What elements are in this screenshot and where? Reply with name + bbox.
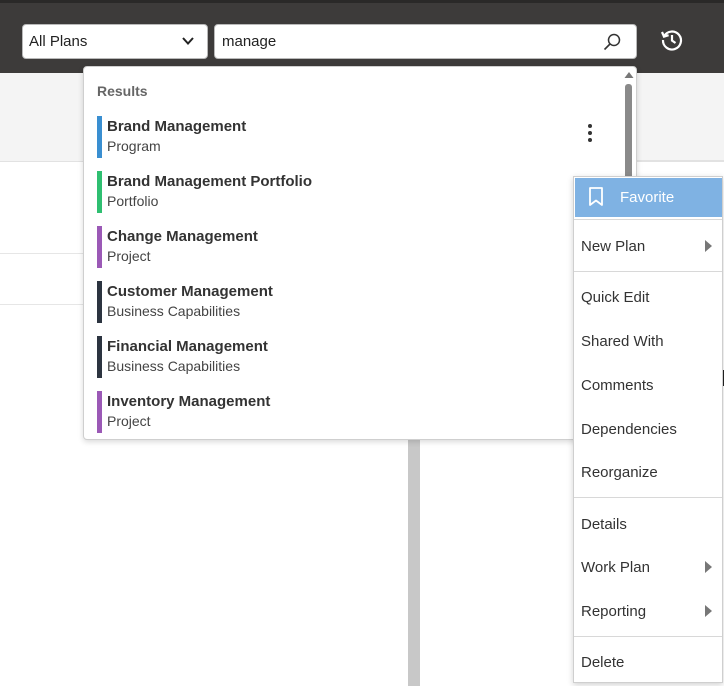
result-type: Program <box>107 138 161 154</box>
results-heading: Results <box>97 83 148 99</box>
search-results-dropdown: Results Brand Management Program Brand M… <box>83 66 637 440</box>
result-name: Brand Management <box>107 118 247 135</box>
result-item[interactable]: Brand Management Program <box>97 116 597 158</box>
menu-item-work-plan[interactable]: Work Plan <box>581 559 650 576</box>
result-color-stripe <box>97 171 102 213</box>
menu-item-new-plan[interactable]: New Plan <box>581 238 645 255</box>
chevron-down-icon <box>182 37 194 45</box>
menu-item-quick-edit[interactable]: Quick Edit <box>581 289 649 306</box>
history-icon[interactable] <box>659 27 685 53</box>
plan-filter-select[interactable]: All Plans <box>22 24 208 59</box>
result-type: Project <box>107 248 151 264</box>
result-type: Business Capabilities <box>107 358 241 374</box>
favorite-menu-item[interactable]: Favorite <box>575 178 722 217</box>
menu-separator <box>574 636 722 637</box>
result-type: Business Capabilities <box>107 303 241 319</box>
search-field[interactable] <box>214 24 637 59</box>
submenu-arrow-icon <box>705 605 712 617</box>
more-vertical-icon[interactable] <box>582 121 598 145</box>
splitter-bar[interactable] <box>408 440 420 686</box>
result-item[interactable]: Change Management Project <box>97 226 597 268</box>
menu-item-comments[interactable]: Comments <box>581 377 654 394</box>
result-name: Change Management <box>107 228 258 245</box>
menu-separator <box>574 497 722 498</box>
plan-filter-value: All Plans <box>29 33 88 50</box>
result-color-stripe <box>97 391 102 433</box>
menu-item-shared-with[interactable]: Shared With <box>581 333 664 350</box>
scroll-up-arrow-icon[interactable] <box>624 70 634 80</box>
result-name: Inventory Management <box>107 393 271 410</box>
result-item[interactable]: Financial Management Business Capabiliti… <box>97 336 597 378</box>
result-item[interactable]: Customer Management Business Capabilitie… <box>97 281 597 323</box>
context-menu: Favorite New Plan Quick Edit Shared With… <box>573 176 723 683</box>
result-type: Project <box>107 413 151 429</box>
search-input[interactable] <box>222 33 582 50</box>
menu-separator <box>574 271 722 272</box>
result-name: Financial Management <box>107 338 268 355</box>
menu-item-reorganize[interactable]: Reorganize <box>581 464 658 481</box>
result-color-stripe <box>97 116 102 158</box>
bookmark-icon <box>589 187 603 206</box>
menu-separator <box>574 219 722 220</box>
result-item[interactable]: Brand Management Portfolio Portfolio <box>97 171 597 213</box>
result-color-stripe <box>97 336 102 378</box>
menu-item-reporting[interactable]: Reporting <box>581 603 646 620</box>
menu-item-dependencies[interactable]: Dependencies <box>581 421 677 438</box>
result-name: Brand Management Portfolio <box>107 173 313 190</box>
result-color-stripe <box>97 226 102 268</box>
menu-item-delete[interactable]: Delete <box>581 654 624 671</box>
result-color-stripe <box>97 281 102 323</box>
submenu-arrow-icon <box>705 240 712 252</box>
menu-item-details[interactable]: Details <box>581 516 627 533</box>
result-name: Customer Management <box>107 283 273 300</box>
content-divider <box>636 160 724 161</box>
content-divider <box>0 253 90 254</box>
result-item[interactable]: Inventory Management Project <box>97 391 597 433</box>
result-type: Portfolio <box>107 193 159 209</box>
search-icon[interactable] <box>602 32 622 52</box>
content-divider <box>0 304 90 305</box>
favorite-label: Favorite <box>620 189 675 206</box>
submenu-arrow-icon <box>705 561 712 573</box>
